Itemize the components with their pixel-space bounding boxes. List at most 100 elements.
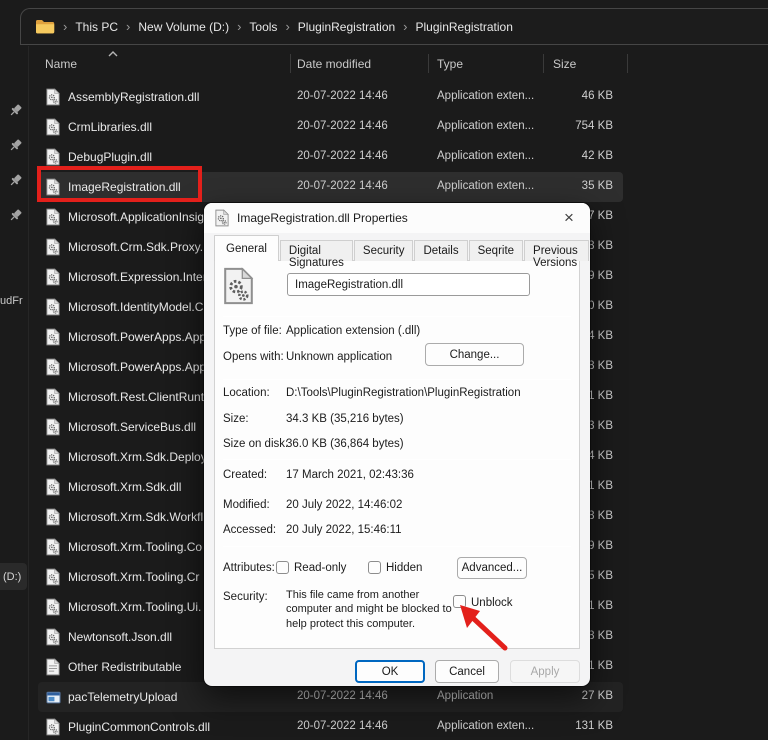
hidden-checkbox[interactable] bbox=[368, 561, 381, 574]
dll-file-icon bbox=[46, 178, 60, 196]
file-name: pacTelemetryUpload bbox=[68, 690, 178, 704]
dll-file-icon bbox=[46, 478, 60, 496]
dialog-title-bar: ImageRegistration.dll Properties bbox=[204, 203, 590, 233]
column-header-type[interactable]: Type bbox=[437, 57, 463, 71]
accessed-label: Accessed: bbox=[223, 524, 277, 536]
tab-digital-signatures[interactable]: Digital Signatures bbox=[279, 240, 353, 269]
column-header-date-modified[interactable]: Date modified bbox=[297, 57, 371, 71]
file-name: Newtonsoft.Json.dll bbox=[68, 630, 173, 644]
address-bar[interactable]: › This PC › New Volume (D:) › Tools › Pl… bbox=[20, 8, 768, 45]
readonly-label: Read-only bbox=[294, 562, 347, 574]
properties-dialog: ImageRegistration.dll Properties × Gener… bbox=[204, 203, 590, 686]
sort-ascending-icon bbox=[108, 51, 118, 57]
advanced-button[interactable]: Advanced... bbox=[457, 557, 527, 579]
file-name: Microsoft.ServiceBus.dll bbox=[68, 420, 197, 434]
file-size: 35 KB bbox=[581, 180, 613, 192]
divider bbox=[223, 379, 571, 380]
file-row[interactable]: CrmLibraries.dll 20-07-2022 14:46 Applic… bbox=[38, 112, 623, 142]
file-name: Microsoft.PowerApps.App bbox=[68, 360, 207, 374]
dll-file-icon bbox=[46, 238, 60, 256]
dll-file-icon bbox=[46, 388, 60, 406]
tab-general[interactable]: General bbox=[214, 235, 279, 261]
location-value: D:\Tools\PluginRegistration\PluginRegist… bbox=[286, 387, 521, 399]
tab-security[interactable]: Security bbox=[353, 240, 414, 261]
tab-seqrite[interactable]: Seqrite bbox=[468, 240, 524, 261]
accessed-value: 20 July 2022, 15:46:11 bbox=[286, 524, 402, 536]
file-size: 131 KB bbox=[575, 720, 613, 732]
file-name: AssemblyRegistration.dll bbox=[68, 90, 200, 104]
attributes-label: Attributes: bbox=[223, 562, 275, 574]
cancel-button[interactable]: Cancel bbox=[435, 660, 499, 683]
file-size: 46 KB bbox=[581, 90, 613, 102]
unblock-checkbox[interactable] bbox=[453, 595, 466, 608]
dll-file-icon bbox=[215, 209, 229, 227]
breadcrumb-pluginregistration-2[interactable]: PluginRegistration bbox=[416, 20, 513, 34]
dll-file-icon bbox=[46, 628, 60, 646]
filename-input[interactable] bbox=[287, 273, 530, 296]
file-row[interactable]: DebugPlugin.dll 20-07-2022 14:46 Applica… bbox=[38, 142, 623, 172]
file-row[interactable]: AssemblyRegistration.dll 20-07-2022 14:4… bbox=[38, 82, 623, 112]
quick-access-item[interactable] bbox=[8, 138, 23, 153]
column-divider[interactable] bbox=[627, 54, 628, 73]
file-name: Microsoft.PowerApps.App bbox=[68, 330, 207, 344]
apply-button[interactable]: Apply bbox=[510, 660, 580, 683]
file-date: 20-07-2022 14:46 bbox=[297, 720, 388, 732]
quick-access-item[interactable] bbox=[8, 103, 23, 118]
tab-details[interactable]: Details bbox=[414, 240, 468, 261]
dll-file-icon bbox=[46, 358, 60, 376]
change-button[interactable]: Change... bbox=[425, 343, 524, 366]
size-value: 34.3 KB (35,216 bytes) bbox=[286, 413, 404, 425]
modified-label: Modified: bbox=[223, 499, 270, 511]
file-name: Microsoft.Xrm.Sdk.dll bbox=[68, 480, 182, 494]
divider bbox=[223, 316, 571, 317]
file-type: Application exten... bbox=[437, 120, 535, 132]
column-header-name[interactable]: Name bbox=[45, 57, 77, 71]
file-size: 754 KB bbox=[575, 120, 613, 132]
pin-icon bbox=[8, 103, 23, 118]
breadcrumb-chevron: › bbox=[126, 19, 131, 34]
nav-item-clipped[interactable]: udFr bbox=[0, 295, 24, 307]
location-label: Location: bbox=[223, 387, 270, 399]
file-name: Microsoft.ApplicationInsig bbox=[68, 210, 205, 224]
column-divider[interactable] bbox=[428, 54, 429, 73]
ok-button[interactable]: OK bbox=[355, 660, 425, 683]
dialog-tabs: General Digital Signatures Security Deta… bbox=[214, 235, 590, 269]
quick-access-item[interactable] bbox=[8, 173, 23, 188]
column-header-size[interactable]: Size bbox=[553, 57, 576, 71]
breadcrumb-this-pc[interactable]: This PC bbox=[75, 20, 118, 34]
file-type: Application bbox=[437, 690, 494, 702]
dll-file-icon bbox=[46, 118, 60, 136]
breadcrumb-drive[interactable]: New Volume (D:) bbox=[138, 20, 229, 34]
file-date: 20-07-2022 14:46 bbox=[297, 180, 388, 192]
file-size: 42 KB bbox=[581, 150, 613, 162]
divider bbox=[223, 459, 571, 460]
file-name: Microsoft.Xrm.Tooling.Cr bbox=[68, 570, 200, 584]
file-name: CrmLibraries.dll bbox=[68, 120, 153, 134]
file-row-selected[interactable]: ImageRegistration.dll 20-07-2022 14:46 A… bbox=[38, 172, 623, 202]
quick-access-item[interactable] bbox=[8, 208, 23, 223]
file-row[interactable]: PluginCommonControls.dll 20-07-2022 14:4… bbox=[38, 712, 623, 740]
file-name: Microsoft.Crm.Sdk.Proxy. bbox=[68, 240, 204, 254]
opens-with-value: Unknown application bbox=[286, 351, 393, 363]
security-label: Security: bbox=[223, 591, 268, 603]
nav-item-drive-d[interactable]: (D:) bbox=[0, 563, 27, 590]
column-divider[interactable] bbox=[543, 54, 544, 73]
breadcrumb-chevron: › bbox=[63, 19, 68, 34]
file-date: 20-07-2022 14:46 bbox=[297, 690, 388, 702]
breadcrumb-chevron: › bbox=[285, 19, 290, 34]
file-type: Application exten... bbox=[437, 90, 535, 102]
tab-previous-versions[interactable]: Previous Versions bbox=[524, 240, 589, 269]
pin-icon bbox=[8, 173, 23, 188]
dll-file-icon bbox=[46, 148, 60, 166]
column-divider[interactable] bbox=[290, 54, 291, 73]
readonly-checkbox[interactable] bbox=[276, 561, 289, 574]
close-icon[interactable]: × bbox=[548, 203, 590, 233]
type-of-file-value: Application extension (.dll) bbox=[286, 325, 421, 337]
file-type: Application exten... bbox=[437, 150, 535, 162]
breadcrumb-pluginregistration[interactable]: PluginRegistration bbox=[298, 20, 395, 34]
dll-file-icon bbox=[46, 268, 60, 286]
breadcrumb-tools[interactable]: Tools bbox=[249, 20, 277, 34]
file-row[interactable]: pacTelemetryUpload 20-07-2022 14:46 Appl… bbox=[38, 682, 623, 712]
dll-file-icon bbox=[46, 568, 60, 586]
file-date: 20-07-2022 14:46 bbox=[297, 120, 388, 132]
